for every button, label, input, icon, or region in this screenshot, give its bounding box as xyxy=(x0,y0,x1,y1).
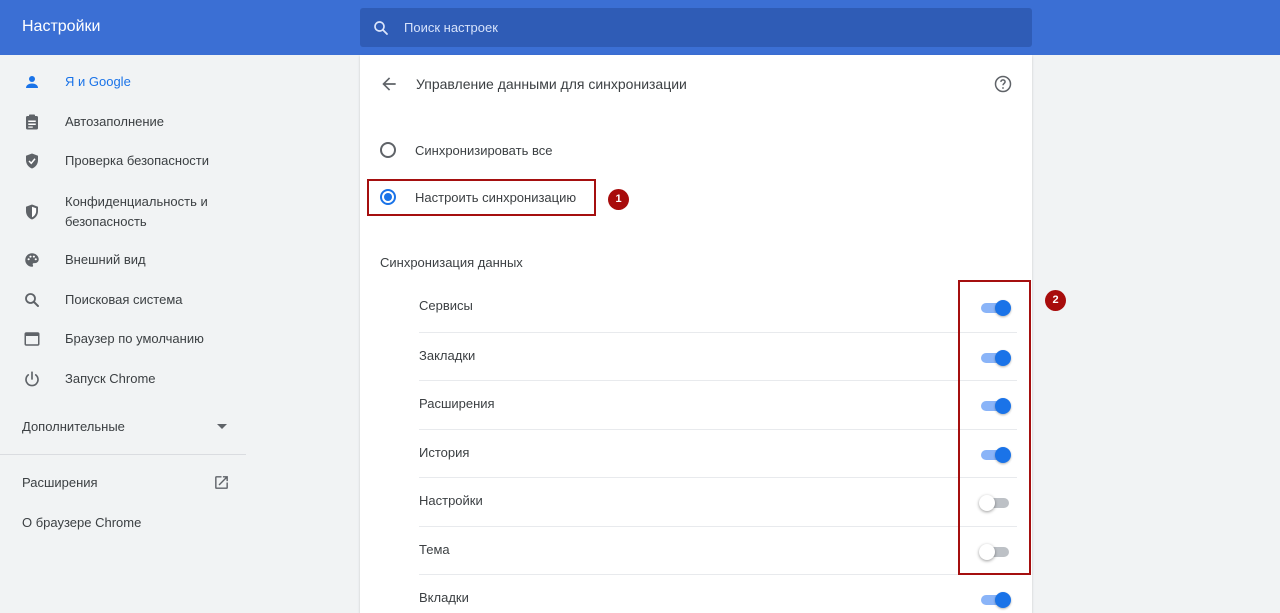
annotation-highlight-2 xyxy=(958,280,1031,575)
open-in-new-icon xyxy=(215,476,228,489)
top-bar: Настройки xyxy=(0,0,1280,55)
sidebar-item-you-and-google[interactable]: Я и Google xyxy=(0,64,246,100)
sidebar-item-label: Конфиденциальность и безопасность xyxy=(65,194,208,229)
toggle-switch[interactable] xyxy=(979,592,1011,608)
annotation-badge-1: 1 xyxy=(608,189,629,210)
sync-row-history: История xyxy=(419,429,1017,477)
person-icon xyxy=(22,72,42,92)
sync-row-settings: Настройки xyxy=(419,477,1017,525)
sidebar-item-label: Запуск Chrome xyxy=(65,371,156,386)
sync-settings-card: Управление данными для синхронизации Син… xyxy=(360,55,1032,613)
annotation-badge-2: 2 xyxy=(1045,290,1066,311)
caret-down-icon xyxy=(217,424,227,429)
sidebar-item-appearance[interactable]: Внешний вид xyxy=(0,242,246,278)
sidebar-about-chrome[interactable]: О браузере Chrome xyxy=(22,515,141,530)
advanced-label: Дополнительные xyxy=(22,419,125,434)
sidebar-item-privacy[interactable]: Конфиденциальность и безопасность xyxy=(0,188,246,236)
power-icon xyxy=(22,369,42,389)
sidebar-item-on-startup[interactable]: Запуск Chrome xyxy=(0,361,246,397)
palette-icon xyxy=(22,250,42,270)
sidebar-item-label: Автозаполнение xyxy=(65,114,165,129)
clipboard-icon xyxy=(22,112,42,132)
shield-check-icon xyxy=(22,151,42,171)
sidebar-item-autofill[interactable]: Автозаполнение xyxy=(0,104,246,140)
search-box[interactable] xyxy=(360,8,1032,47)
section-title: Синхронизация данных xyxy=(380,255,523,270)
radio-label: Синхронизировать все xyxy=(415,142,553,158)
search-icon xyxy=(374,21,388,35)
sync-row-label: Вкладки xyxy=(419,590,469,605)
search-input[interactable] xyxy=(404,8,1004,47)
about-label: О браузере Chrome xyxy=(22,515,142,530)
sidebar-item-label: Я и Google xyxy=(65,74,131,89)
sync-row-label: История xyxy=(419,445,470,460)
sidebar-item-label: Поисковая система xyxy=(65,292,183,307)
sync-row-label: Настройки xyxy=(419,493,483,508)
sidebar-item-search-engine[interactable]: Поисковая система xyxy=(0,282,246,318)
sidebar-item-default-browser[interactable]: Браузер по умолчанию xyxy=(0,321,246,357)
page-title: Управление данными для синхронизации xyxy=(416,76,687,92)
sync-row-label: Сервисы xyxy=(419,298,473,313)
sync-row-bookmarks: Закладки xyxy=(419,332,1017,380)
shield-half-icon xyxy=(22,202,42,222)
sync-row-theme: Тема xyxy=(419,526,1017,574)
sidebar: Я и Google Автозаполнение Проверка безоп… xyxy=(0,55,246,613)
sidebar-extensions-link[interactable]: Расширения xyxy=(22,475,230,490)
sync-row-extensions: Расширения xyxy=(419,380,1017,428)
radio-sync-everything[interactable]: Синхронизировать все xyxy=(380,135,552,165)
sync-row-label: Расширения xyxy=(419,396,495,411)
sidebar-advanced-toggle[interactable]: Дополнительные xyxy=(22,419,227,434)
app-title: Настройки xyxy=(22,18,101,35)
sync-row-label: Закладки xyxy=(419,348,476,363)
sync-row-tabs: Вкладки xyxy=(419,574,1017,613)
search-icon xyxy=(22,290,42,310)
extensions-label: Расширения xyxy=(22,475,98,490)
radio-button[interactable] xyxy=(380,142,396,158)
sync-row-services: Сервисы xyxy=(419,283,1017,331)
sync-row-label: Тема xyxy=(419,542,450,557)
sidebar-item-safety-check[interactable]: Проверка безопасности xyxy=(0,143,246,179)
browser-window-icon xyxy=(22,329,42,349)
sidebar-divider xyxy=(0,454,246,455)
sidebar-item-label: Внешний вид xyxy=(65,252,146,267)
back-arrow-icon[interactable] xyxy=(378,74,400,94)
annotation-highlight-1 xyxy=(367,179,596,216)
help-icon[interactable] xyxy=(993,74,1013,94)
sidebar-item-label: Браузер по умолчанию xyxy=(65,331,204,346)
sidebar-item-label: Проверка безопасности xyxy=(65,153,210,168)
